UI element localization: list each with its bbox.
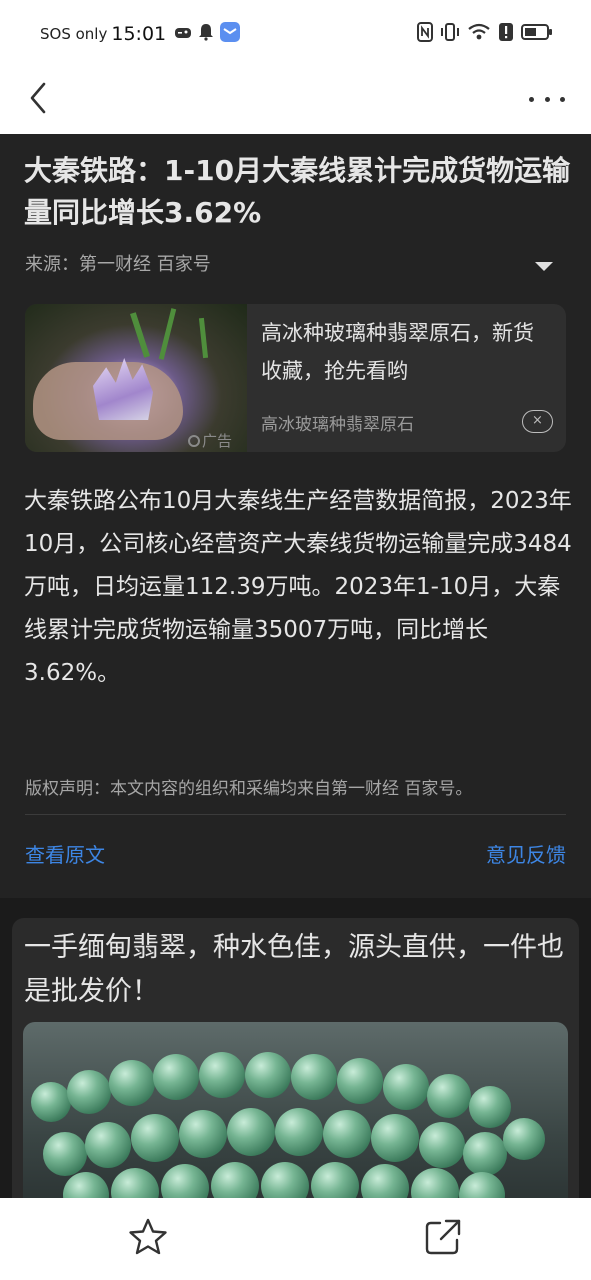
feedback-link[interactable]: 意见反馈 (486, 839, 566, 868)
battery-icon (521, 23, 553, 45)
copyright-notice: 版权声明：本文内容的组织和采编均来自第一财经 百家号。 (25, 779, 473, 799)
article-title: 大秦铁路：1-10月大秦线累计完成货物运输量同比增长3.62% (24, 154, 571, 229)
article-source: 来源：第一财经 百家号 (25, 254, 211, 275)
jade-bracelet-image (23, 1022, 568, 1208)
article: 大秦铁路：1-10月大秦线累计完成货物运输量同比增长3.62% 来源：第一财经 … (0, 134, 591, 898)
ad-close-button[interactable]: × (522, 410, 553, 433)
clock: 15:01 (111, 23, 167, 45)
view-original-link[interactable]: 查看原文 (25, 839, 105, 868)
ad-mark-icon (188, 434, 200, 447)
star-icon (129, 1218, 167, 1255)
share-icon (425, 1219, 461, 1255)
nfc-icon (417, 22, 433, 46)
bottom-bar (0, 1198, 591, 1280)
divider (25, 814, 566, 815)
ad-label: 广告 (188, 430, 232, 451)
chevron-left-icon (30, 82, 46, 114)
carrier-label: SOS only (40, 25, 108, 43)
share-button[interactable] (422, 1216, 464, 1258)
ad2-title: 一手缅甸翡翠，种水色佳，源头直供，一件也是批发价！ (24, 932, 564, 1007)
nav-bar (0, 66, 591, 134)
favorite-button[interactable] (127, 1216, 169, 1258)
message-app-icon (220, 22, 241, 46)
more-dots-icon (529, 96, 534, 102)
vibrate-icon (440, 22, 460, 46)
more-button[interactable] (529, 82, 565, 116)
ad-title: 高冰种玻璃种翡翠原石，新货收藏，抢先看哟 (261, 321, 534, 383)
wifi-icon (467, 22, 491, 46)
game-icon (174, 24, 192, 44)
back-button[interactable] (22, 78, 62, 118)
alert-icon (498, 22, 514, 46)
article-body: 大秦铁路公布10月大秦线生产经营数据简报，2023年10月，公司核心经营资产大秦… (24, 488, 572, 686)
status-bar: SOS only 15:01 (0, 0, 591, 66)
ad-card-2[interactable]: 一手缅甸翡翠，种水色佳，源头直供，一件也是批发价！ (12, 918, 579, 1208)
ad-card[interactable]: 广告 高冰种玻璃种翡翠原石，新货收藏，抢先看哟 高冰玻璃种翡翠原石 × (25, 304, 566, 452)
expand-arrow-icon[interactable] (535, 262, 553, 271)
bell-icon (198, 23, 214, 45)
ad-subtitle: 高冰玻璃种翡翠原石 (261, 415, 414, 435)
